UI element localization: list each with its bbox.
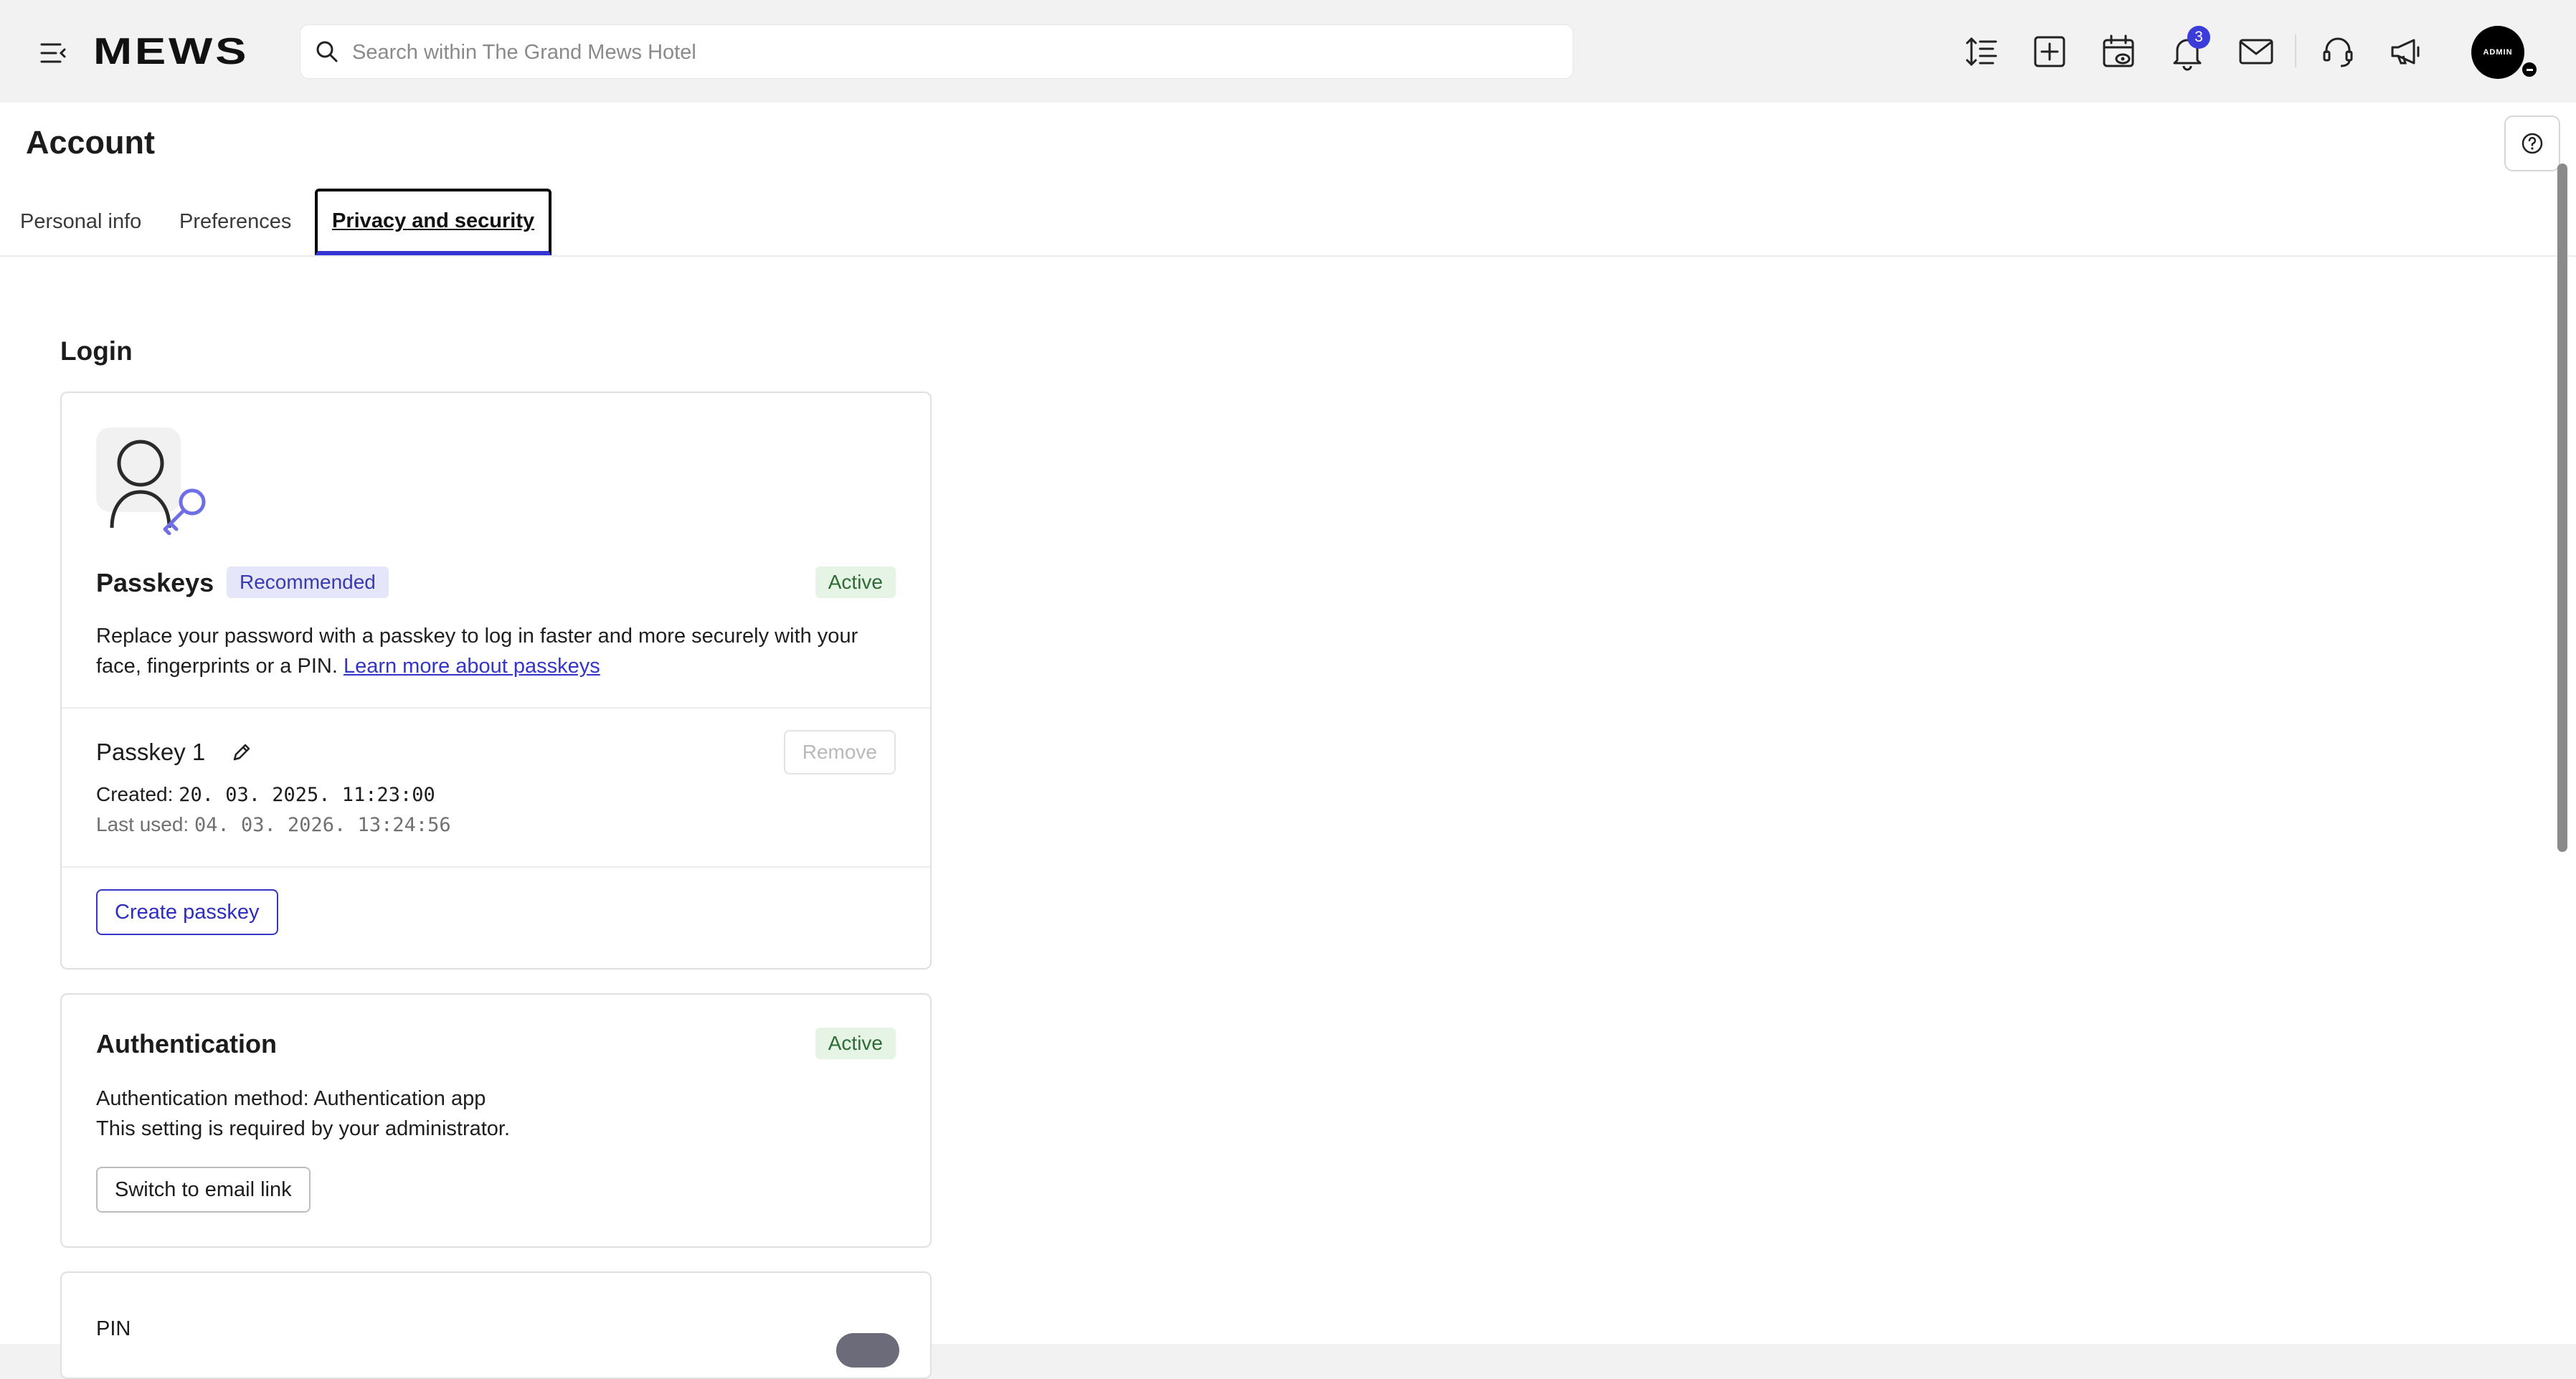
authentication-required-text: This setting is required by your adminis… — [96, 1117, 511, 1140]
help-icon — [2521, 133, 2543, 154]
page-title: Account — [26, 124, 155, 161]
authentication-status-badge: Active — [815, 1028, 896, 1059]
pin-card: PIN — [60, 1271, 932, 1379]
switch-to-email-link-button[interactable]: Switch to email link — [96, 1167, 311, 1213]
authentication-card: Authentication Active Authentication met… — [60, 993, 932, 1248]
divider — [62, 707, 930, 709]
remove-passkey-button[interactable]: Remove — [783, 730, 896, 774]
avatar-status-icon — [2520, 60, 2539, 79]
scrollbar-thumb[interactable] — [2557, 164, 2567, 852]
login-section-title: Login — [60, 336, 133, 366]
passkey-name: Passkey 1 — [96, 739, 206, 765]
passkey-last-used: Last used: 04. 03. 2026. 13:24:56 — [96, 813, 451, 836]
toolbar-divider — [2295, 34, 2296, 67]
support-headset-icon[interactable] — [2318, 32, 2358, 72]
authentication-title: Authentication — [96, 1029, 277, 1058]
passkey-created: Created: 20. 03. 2025. 11:23:00 — [96, 783, 435, 806]
search-icon — [316, 41, 338, 62]
add-reservation-icon[interactable] — [2030, 32, 2070, 72]
search-bar[interactable] — [300, 24, 1573, 80]
passkeys-title: Passkeys — [96, 568, 214, 597]
calendar-view-icon[interactable] — [2098, 32, 2139, 72]
passkeys-description: Replace your password with a passkey to … — [96, 621, 892, 681]
sort-lines-icon[interactable] — [1961, 32, 2002, 72]
divider — [62, 866, 930, 868]
mews-logo[interactable]: MEWS — [93, 30, 249, 73]
edit-passkey-pencil-icon[interactable] — [229, 740, 254, 768]
last-used-label: Last used: — [96, 813, 189, 835]
created-label: Created: — [96, 783, 174, 805]
tab-privacy-and-security[interactable]: Privacy and security — [315, 189, 552, 255]
account-tabs: Personal info Preferences Privacy and se… — [0, 189, 2576, 257]
pin-title: PIN — [96, 1317, 131, 1340]
top-bar: MEWS 3 ADMIN — [0, 0, 2576, 103]
help-button[interactable] — [2504, 115, 2560, 171]
announcements-megaphone-icon[interactable] — [2387, 32, 2427, 72]
pin-toggle[interactable] — [836, 1333, 899, 1368]
user-avatar[interactable]: ADMIN — [2471, 26, 2524, 79]
learn-more-passkeys-link[interactable]: Learn more about passkeys — [344, 655, 600, 678]
tab-personal-info[interactable]: Personal info — [20, 189, 141, 255]
menu-icon[interactable] — [36, 36, 72, 70]
created-value: 20. 03. 2025. 11:23:00 — [179, 784, 435, 806]
tab-preferences[interactable]: Preferences — [179, 189, 291, 255]
recommended-badge: Recommended — [227, 567, 389, 598]
notification-count-badge: 3 — [2187, 26, 2210, 49]
passkeys-status-badge: Active — [815, 567, 896, 598]
last-used-value: 04. 03. 2026. 13:24:56 — [194, 814, 451, 836]
mail-icon[interactable] — [2236, 32, 2276, 72]
passkeys-card: Passkeys Recommended Active Replace your… — [60, 392, 932, 970]
passkey-user-key-icon — [96, 427, 211, 539]
create-passkey-button[interactable]: Create passkey — [96, 889, 278, 935]
main-content: Account Personal info Preferences Privac… — [0, 103, 2576, 1379]
authentication-method-text: Authentication method: Authentication ap… — [96, 1087, 486, 1110]
search-input[interactable] — [351, 25, 1558, 80]
